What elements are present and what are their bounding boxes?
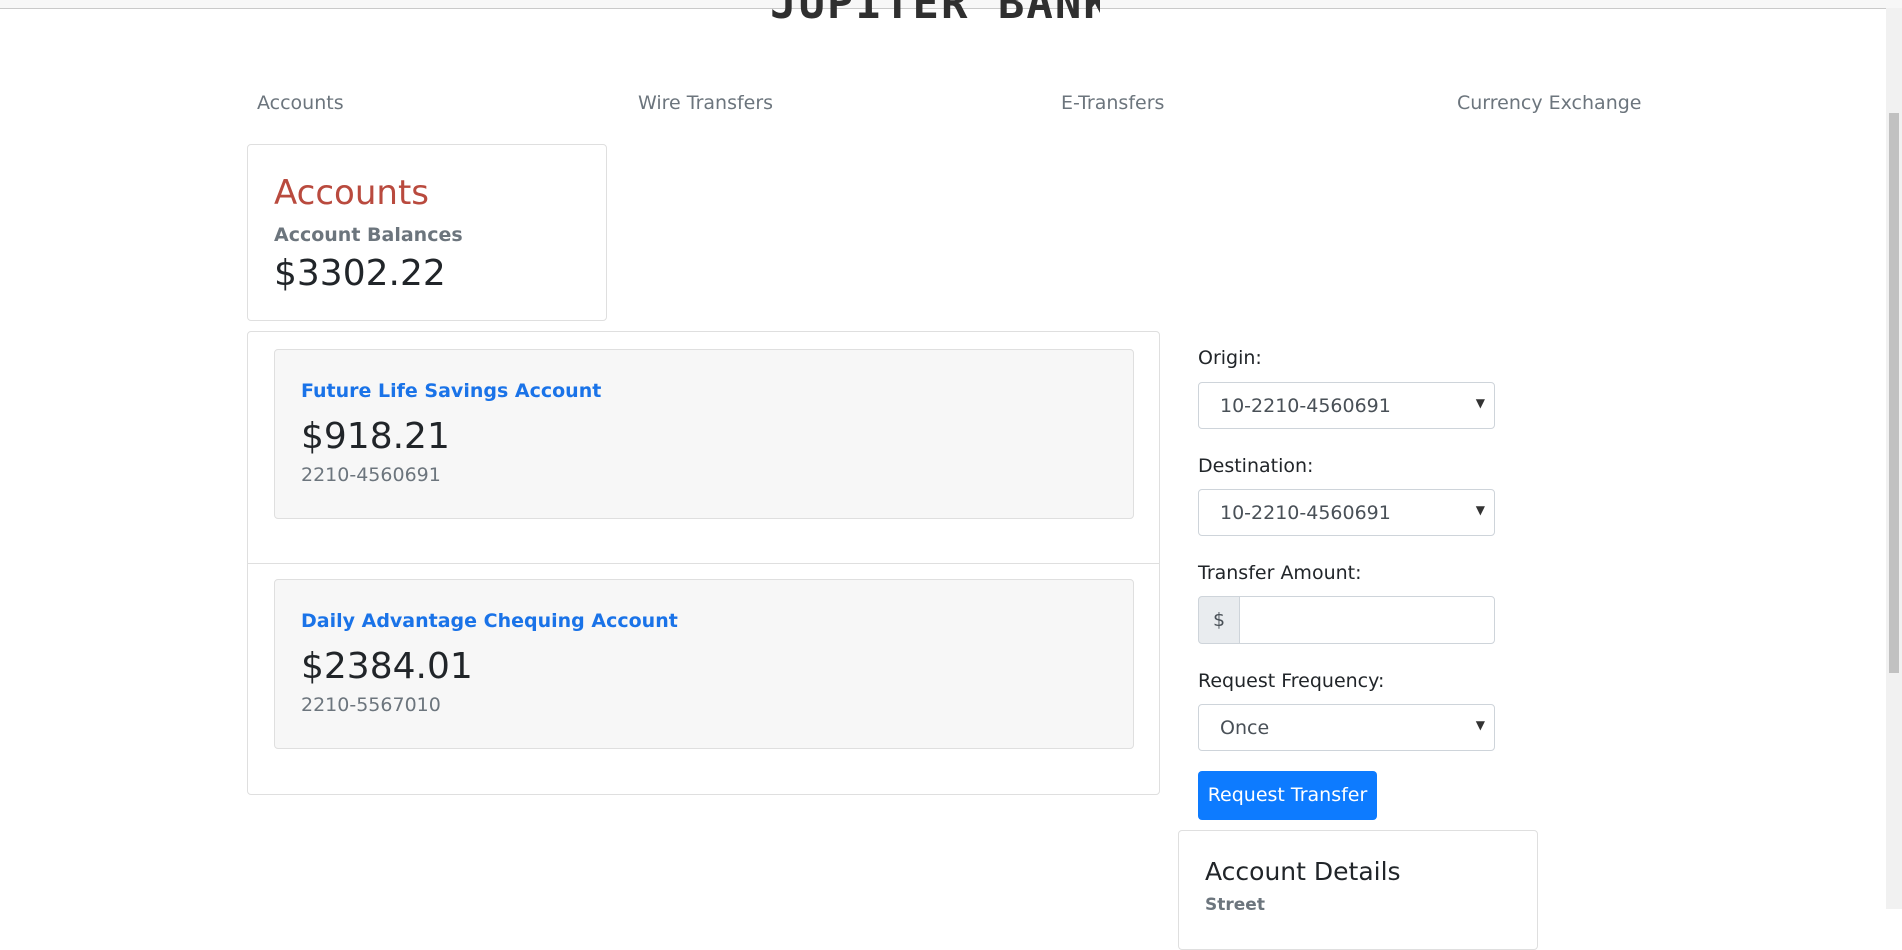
account-balance: $918.21 (301, 416, 450, 457)
account-name-link[interactable]: Daily Advantage Chequing Account (301, 610, 678, 632)
account-balances-label: Account Balances (274, 224, 463, 246)
destination-selected-value: 10-2210-4560691 (1220, 502, 1391, 524)
list-divider (248, 563, 1159, 564)
account-number: 2210-4560691 (301, 464, 441, 486)
nav-item-accounts[interactable]: Accounts (257, 92, 344, 114)
currency-prefix: $ (1198, 596, 1240, 644)
transfer-amount-label: Transfer Amount: (1198, 562, 1362, 584)
nav-item-currency-exchange[interactable]: Currency Exchange (1457, 92, 1641, 114)
account-balance: $2384.01 (301, 646, 473, 687)
accounts-summary-card: Accounts Account Balances $3302.22 (247, 144, 607, 321)
vertical-scrollbar[interactable] (1886, 8, 1902, 909)
account-details-heading: Account Details (1205, 857, 1401, 886)
frequency-select[interactable]: Once ▼ (1198, 704, 1495, 751)
account-details-card: Account Details Street (1178, 830, 1538, 950)
street-label: Street (1205, 895, 1265, 915)
transfer-amount-group: $ (1198, 596, 1495, 644)
accounts-list: Future Life Savings Account $918.21 2210… (247, 331, 1160, 795)
chevron-down-icon: ▼ (1475, 718, 1485, 732)
total-balance: $3302.22 (274, 253, 446, 294)
destination-select[interactable]: 10-2210-4560691 ▼ (1198, 489, 1495, 536)
account-card: Daily Advantage Chequing Account $2384.0… (274, 579, 1134, 749)
request-frequency-label: Request Frequency: (1198, 670, 1385, 692)
destination-label: Destination: (1198, 455, 1314, 477)
scrollbar-thumb[interactable] (1889, 113, 1899, 673)
chevron-down-icon: ▼ (1475, 503, 1485, 517)
origin-label: Origin: (1198, 347, 1262, 369)
transfer-amount-input[interactable] (1239, 596, 1495, 644)
origin-selected-value: 10-2210-4560691 (1220, 395, 1391, 417)
accounts-heading: Accounts (274, 173, 429, 213)
account-card: Future Life Savings Account $918.21 2210… (274, 349, 1134, 519)
origin-select[interactable]: 10-2210-4560691 ▼ (1198, 382, 1495, 429)
request-transfer-button[interactable]: Request Transfer (1198, 771, 1377, 820)
bank-logo[interactable]: JUPITER BANK (770, 0, 1100, 24)
account-name-link[interactable]: Future Life Savings Account (301, 380, 601, 402)
chevron-down-icon: ▼ (1475, 396, 1485, 410)
frequency-selected-value: Once (1220, 717, 1270, 739)
nav-item-wire-transfers[interactable]: Wire Transfers (638, 92, 773, 114)
account-number: 2210-5567010 (301, 694, 441, 716)
nav-item-e-transfers[interactable]: E-Transfers (1061, 92, 1164, 114)
